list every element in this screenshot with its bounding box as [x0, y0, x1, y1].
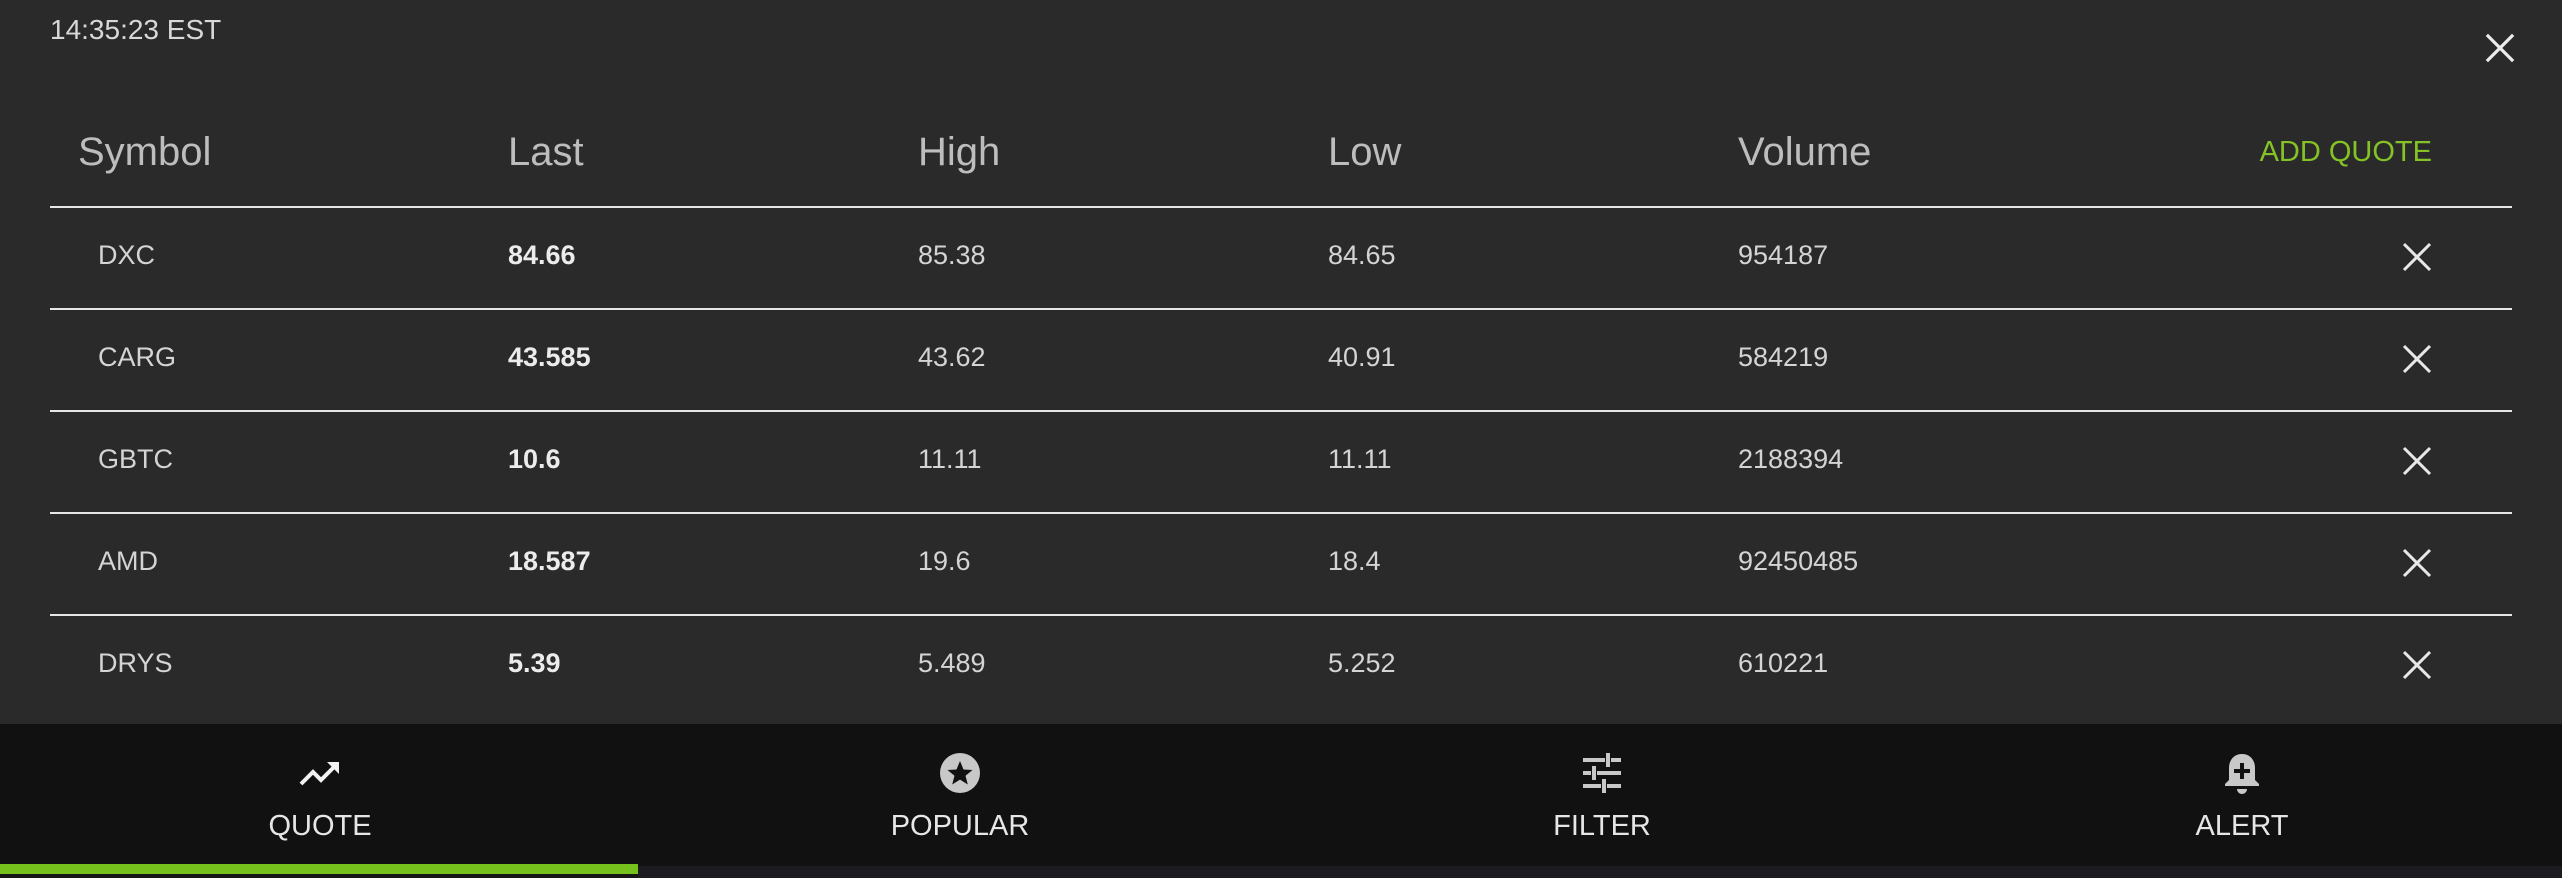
remove-quote-button[interactable]	[2400, 648, 2434, 682]
table-row: DXC 84.66 85.38 84.65 954187	[50, 208, 2512, 310]
cell-symbol: DRYS	[98, 648, 173, 678]
cell-symbol: DXC	[98, 240, 156, 270]
table-row: AMD 18.587 19.6 18.4 92450485	[50, 514, 2512, 616]
sliders-icon	[1583, 753, 1621, 793]
close-icon	[2402, 242, 2432, 272]
cell-last: 5.39	[508, 648, 561, 678]
cell-low: 18.4	[1328, 546, 1381, 576]
cell-last: 10.6	[508, 444, 561, 474]
tab-alert[interactable]: ALERT	[1922, 724, 2562, 870]
column-header-last: Last	[508, 130, 584, 174]
star-circle-icon	[940, 753, 980, 793]
cell-low: 40.91	[1328, 342, 1396, 372]
column-header-volume: Volume	[1738, 130, 1872, 174]
bottom-strip-left	[0, 874, 638, 878]
cell-symbol: GBTC	[98, 444, 174, 474]
clock-time: 14:35:23 EST	[50, 14, 222, 45]
cell-low: 11.11	[1328, 444, 1392, 474]
remove-quote-button[interactable]	[2400, 444, 2434, 478]
tab-popular[interactable]: POPULAR	[640, 724, 1280, 870]
cell-high: 43.62	[918, 342, 986, 372]
tab-filter[interactable]: FILTER	[1282, 724, 1922, 870]
table-row: CARG 43.585 43.62 40.91 584219	[50, 310, 2512, 412]
add-quote-button[interactable]: ADD QUOTE	[2260, 136, 2432, 169]
cell-last: 18.587	[508, 546, 591, 576]
cell-volume: 2188394	[1738, 444, 1844, 474]
cell-volume: 584219	[1738, 342, 1829, 372]
cell-volume: 92450485	[1738, 546, 1859, 576]
quote-panel: 14:35:23 EST Symbol Last High Low Volume…	[0, 0, 2562, 724]
cell-last: 43.585	[508, 342, 591, 372]
tab-quote[interactable]: QUOTE	[0, 724, 640, 870]
tab-label-filter: FILTER	[1553, 810, 1651, 842]
remove-quote-button[interactable]	[2400, 546, 2434, 580]
cell-volume: 954187	[1738, 240, 1829, 270]
tab-label-popular: POPULAR	[890, 810, 1030, 842]
cell-symbol: AMD	[98, 546, 158, 576]
cell-high: 19.6	[918, 546, 971, 576]
cell-volume: 610221	[1738, 648, 1829, 678]
cell-low: 84.65	[1328, 240, 1396, 270]
cell-last: 84.66	[508, 240, 576, 270]
close-icon	[2402, 344, 2432, 374]
close-icon	[2485, 33, 2515, 63]
bottom-strip	[638, 866, 2562, 878]
column-header-symbol: Symbol	[78, 130, 212, 174]
close-icon	[2402, 650, 2432, 680]
table-row: GBTC 10.6 11.11 11.11 2188394	[50, 412, 2512, 514]
close-icon	[2402, 446, 2432, 476]
cell-low: 5.252	[1328, 648, 1396, 678]
cell-symbol: CARG	[98, 342, 177, 372]
column-header-low: Low	[1328, 130, 1402, 174]
remove-quote-button[interactable]	[2400, 240, 2434, 274]
cell-high: 5.489	[918, 648, 986, 678]
remove-quote-button[interactable]	[2400, 342, 2434, 376]
close-icon	[2402, 548, 2432, 578]
bottom-tab-bar: QUOTE POPULAR FILTER ALERT	[0, 724, 2562, 870]
column-header-high: High	[918, 130, 1001, 174]
table-header: Symbol Last High Low Volume ADD QUOTE	[50, 100, 2512, 208]
table-row: DRYS 5.39 5.489 5.252 610221	[50, 616, 2512, 716]
cell-high: 85.38	[918, 240, 986, 270]
close-button[interactable]	[2480, 28, 2520, 68]
bell-add-icon	[2225, 754, 2259, 794]
trending-up-icon	[299, 762, 339, 786]
cell-high: 11.11	[918, 444, 982, 474]
tab-label-alert: ALERT	[2195, 810, 2289, 842]
active-tab-indicator	[0, 864, 638, 874]
tab-label-quote: QUOTE	[268, 810, 372, 842]
quote-table: Symbol Last High Low Volume ADD QUOTE DX…	[50, 100, 2512, 716]
